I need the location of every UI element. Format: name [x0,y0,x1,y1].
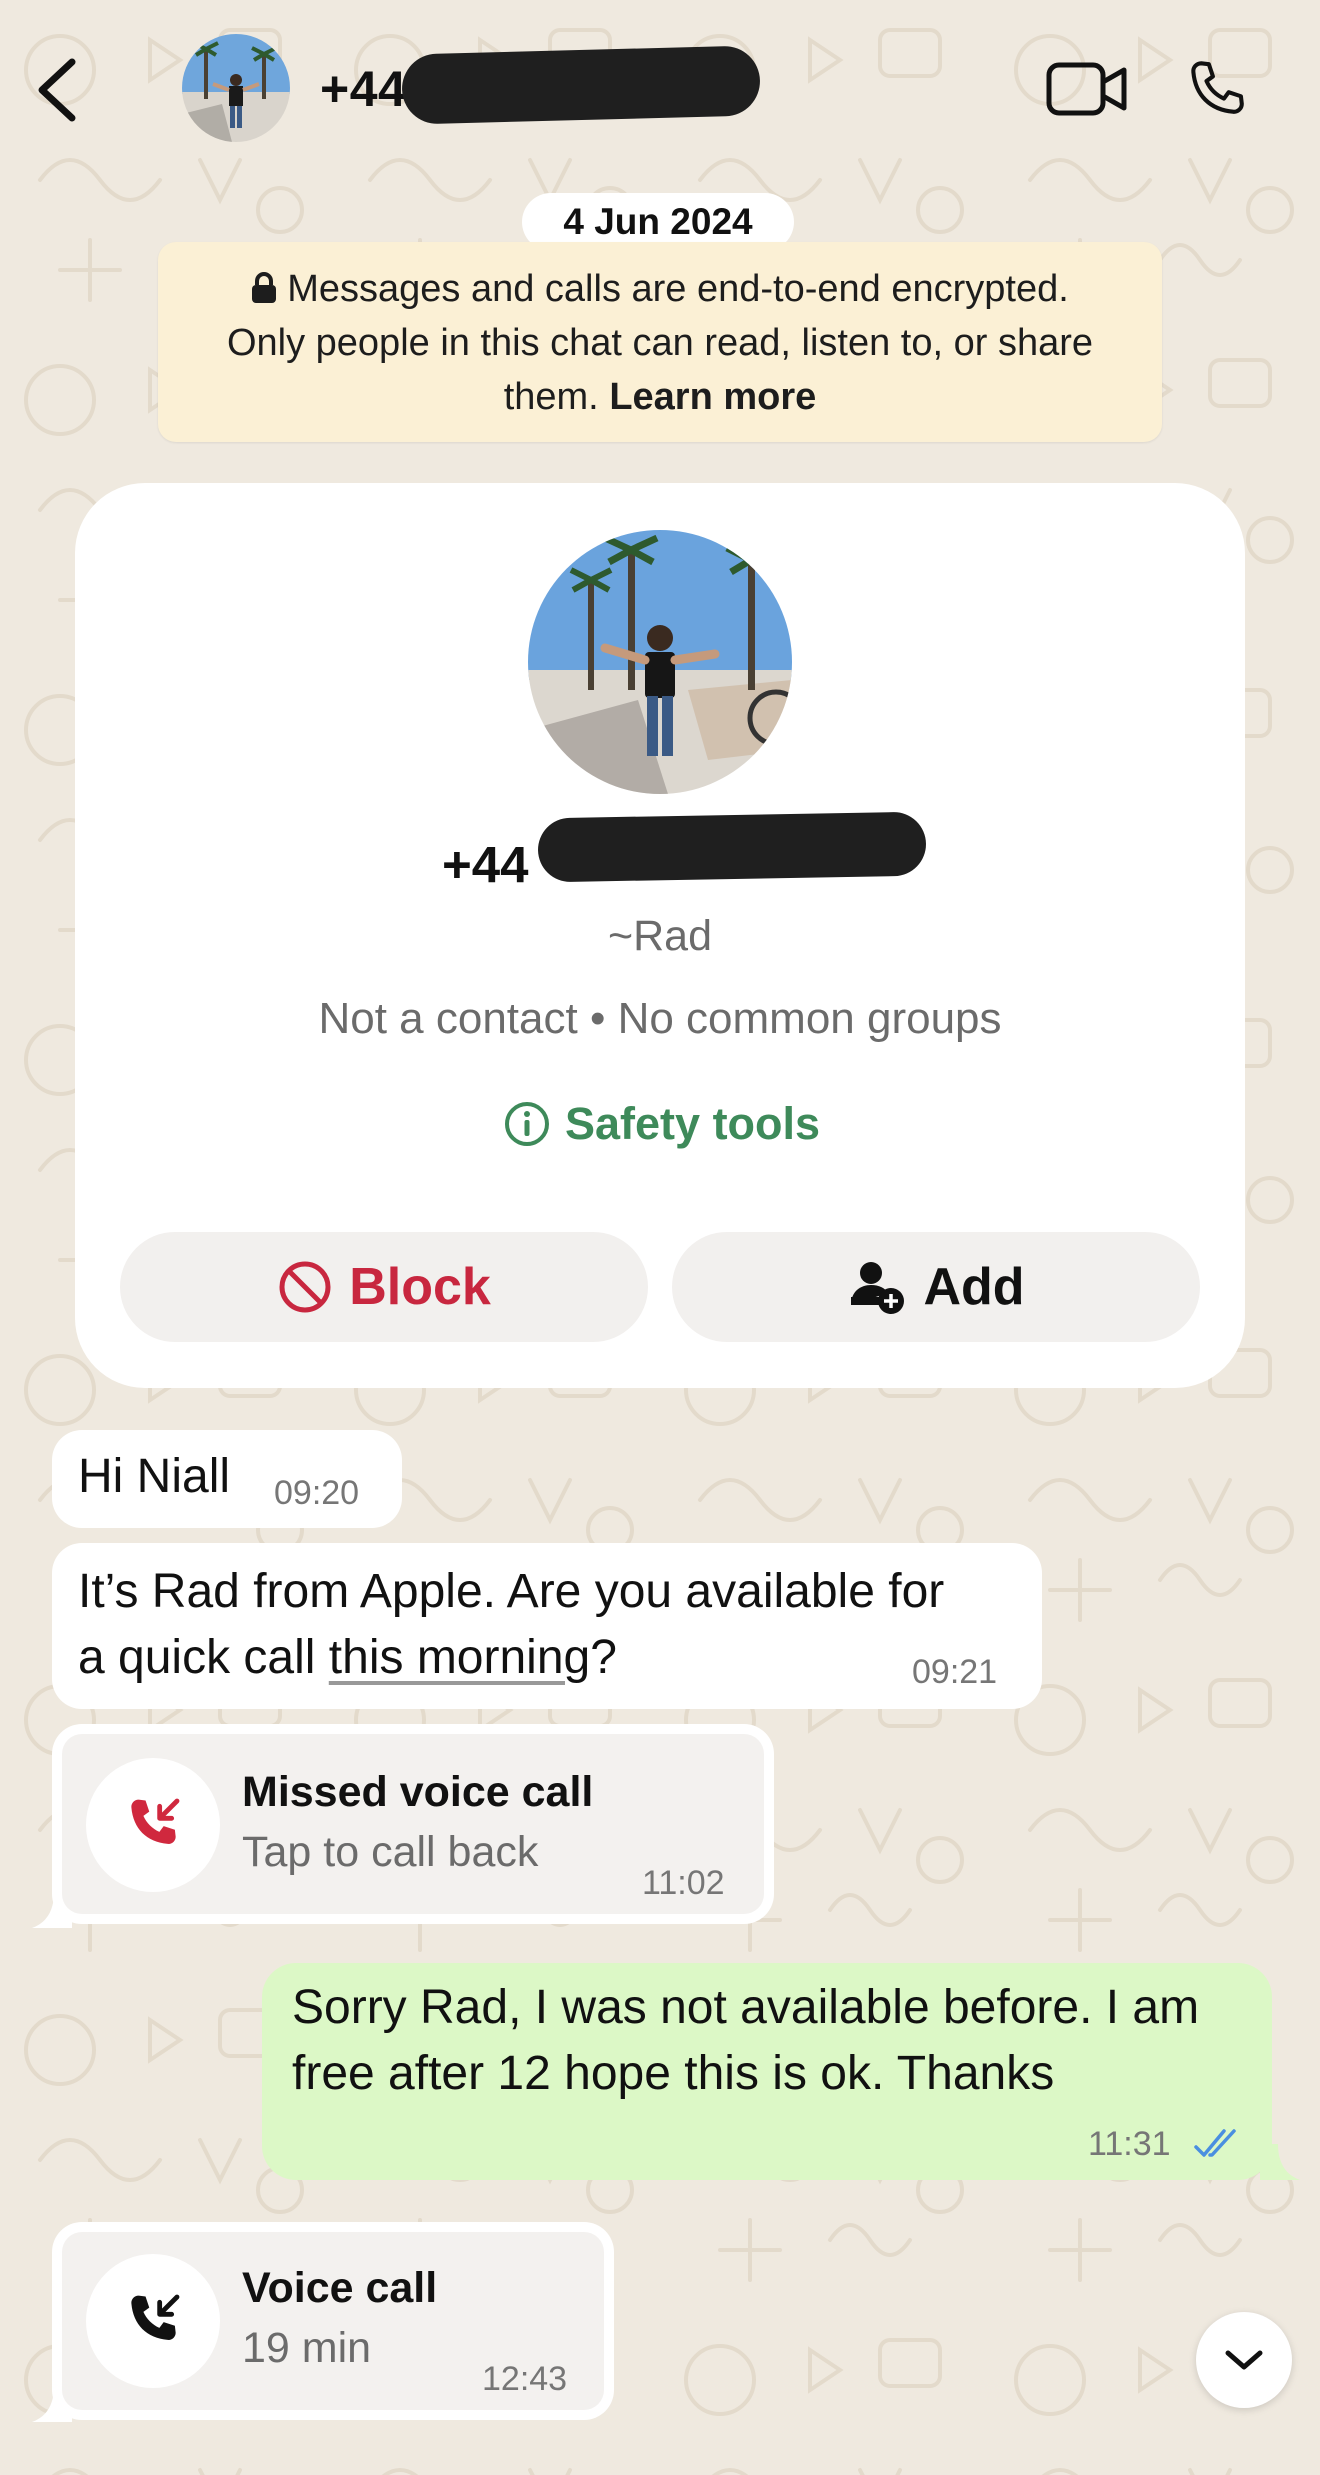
lock-icon [252,272,277,303]
message-time: 11:02 [642,1864,725,1902]
call-card[interactable]: Missed voice call Tap to call back 11:02 [62,1734,764,1914]
learn-more-link[interactable]: Learn more [609,376,816,418]
call-title: Voice call [242,2264,438,2312]
incoming-call-icon [131,2294,180,2340]
call-icon-background [86,2254,220,2388]
message-bubble-incoming[interactable]: It’s Rad from Apple. Are you available f… [52,1543,1042,1709]
encryption-text-3: them. [503,376,599,418]
contact-avatar[interactable] [182,34,290,142]
add-contact-button[interactable]: Add [672,1232,1200,1342]
message-line-2-start: a quick call [78,1631,329,1684]
message-line-1: It’s Rad from Apple. Are you available f… [78,1565,945,1618]
scroll-to-bottom-button[interactable] [1196,2312,1292,2408]
video-call-icon[interactable] [1046,60,1128,118]
safety-tools-label: Safety tools [565,1098,821,1149]
chat-header: +44 [0,0,1320,180]
message-text: Sorry Rad, I was not available before. I… [292,1975,1199,2107]
safety-tools-link[interactable]: Safety tools [503,1094,820,1154]
call-icon-background [86,1758,220,1892]
redaction-bar [401,45,761,125]
encryption-line-3: them. Learn more [158,370,1162,424]
missed-call-icon [131,1798,180,1844]
message-line-2: free after 12 hope this is ok. Thanks [292,2047,1055,2100]
redaction-bar [537,811,927,883]
message-bubble-outgoing[interactable]: Sorry Rad, I was not available before. I… [262,1963,1272,2180]
message-line-1: Sorry Rad, I was not available before. I… [292,1981,1200,2034]
call-subtitle: 19 min [242,2324,372,2372]
contact-card-meta: Not a contact • No common groups [318,994,1002,1043]
block-button[interactable]: Block [120,1232,648,1342]
message-bubble-incoming[interactable]: Hi Niall 09:20 [52,1430,402,1528]
message-time: 11:31 [1088,2125,1171,2163]
chevron-down-icon [1225,2350,1263,2370]
info-icon [505,1102,549,1146]
call-subtitle: Tap to call back [242,1828,539,1876]
add-person-icon [851,1262,905,1314]
block-label: Block [349,1258,491,1316]
encryption-line-1: Messages and calls are end-to-end encryp… [158,262,1162,316]
encryption-notice[interactable]: Messages and calls are end-to-end encryp… [158,242,1162,442]
call-title: Missed voice call [242,1768,594,1816]
contact-card-name: ~Rad [608,912,712,960]
block-icon [279,1261,331,1313]
message-text: Hi Niall [78,1450,231,1503]
message-text: It’s Rad from Apple. Are you available f… [78,1559,944,1691]
message-line-2-end: ? [590,1631,617,1684]
add-label: Add [923,1258,1025,1316]
phone-icon[interactable] [1182,56,1252,126]
missed-call-bubble[interactable]: Missed voice call Tap to call back 11:02 [52,1724,774,1924]
message-time: 12:43 [482,2360,568,2398]
encryption-line-2: Only people in this chat can read, liste… [226,322,1094,364]
voice-call-bubble[interactable]: Voice call 19 min 12:43 [52,2222,614,2420]
contact-card-avatar[interactable] [528,530,792,794]
message-time: 09:20 [274,1474,360,1512]
contact-card-number: +44 [442,836,529,893]
call-card[interactable]: Voice call 19 min 12:43 [62,2232,604,2410]
message-time: 09:21 [912,1653,998,1691]
back-icon[interactable] [30,52,86,128]
contact-number[interactable]: +44 [320,60,406,118]
date-link[interactable]: this morning [329,1631,590,1684]
encryption-text-1: Messages and calls are end-to-end encryp… [287,268,1069,310]
read-receipt-icon [1194,2129,1236,2157]
message-line-2: a quick call this morning? [78,1625,944,1691]
